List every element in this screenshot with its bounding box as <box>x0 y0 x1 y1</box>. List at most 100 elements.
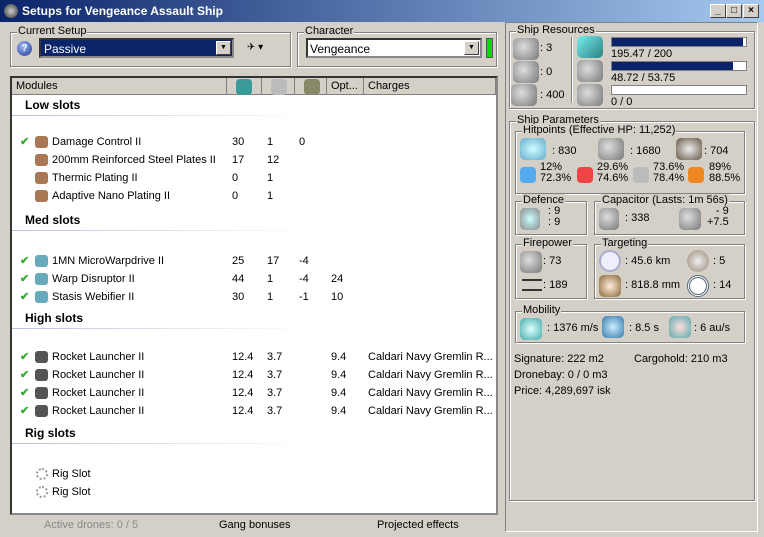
volley-value: : 189 <box>543 279 568 291</box>
module-row[interactable]: ✔ Damage Control II 30 1 0 <box>12 133 496 151</box>
active-check-icon[interactable]: ✔ <box>20 404 29 417</box>
module-row[interactable]: ✔ Rocket Launcher II 12.4 3.7 9.4 Caldari… <box>12 384 496 402</box>
launcher-hardpoint-icon <box>513 61 539 83</box>
module-icon <box>35 405 48 417</box>
module-icon <box>35 273 48 285</box>
module-optimal: 9.4 <box>331 387 347 399</box>
module-charge: Caldari Navy Gremlin R... <box>368 351 493 363</box>
module-optimal: 10 <box>331 291 344 303</box>
module-charge: Caldari Navy Gremlin R... <box>368 387 493 399</box>
title-bar: Setups for Vengeance Assault Ship <box>0 0 764 22</box>
align-time-icon <box>602 316 624 338</box>
drone-bandwidth-bar <box>611 85 747 95</box>
section-header: High slots <box>25 311 84 325</box>
module-optimal: 24 <box>331 273 344 285</box>
ship-resources-label: Ship Resources <box>516 24 596 36</box>
minimize-button[interactable]: _ <box>710 4 726 18</box>
module-row[interactable]: 200mm Reinforced Steel Plates II 17 12 <box>12 151 496 169</box>
module-icon <box>35 255 48 267</box>
section-divider <box>12 115 312 116</box>
module-row[interactable]: Rig Slot <box>12 483 496 501</box>
column-cpu[interactable] <box>227 78 262 95</box>
sensor-strength: : 14 <box>713 279 732 291</box>
column-powergrid[interactable] <box>262 78 295 95</box>
projected-effects-button[interactable]: Projected effects <box>377 519 459 531</box>
module-row[interactable]: ✔ Stasis Webifier II 30 1 -1 10 <box>12 288 496 306</box>
module-icon <box>35 136 48 148</box>
active-drones-button[interactable]: Active drones: 0 / 5 <box>44 519 138 531</box>
align-time: : 8.5 s <box>629 322 659 334</box>
module-row[interactable]: ✔ Rocket Launcher II 12.4 3.7 9.4 Caldari… <box>12 366 496 384</box>
firepower-label: Firepower <box>522 237 573 249</box>
max-targets-icon <box>687 250 709 272</box>
module-optimal: 9.4 <box>331 351 347 363</box>
empty-rig-slot-icon <box>36 486 48 498</box>
active-check-icon[interactable]: ✔ <box>20 386 29 399</box>
module-icon <box>35 387 48 399</box>
section-header: Low slots <box>25 98 81 112</box>
capacitor-icon <box>304 79 320 95</box>
setup-value: Passive <box>44 42 87 56</box>
module-powergrid: 1 <box>267 136 274 148</box>
calibration-icon <box>511 84 537 106</box>
module-name: Rocket Launcher II <box>52 369 145 381</box>
module-powergrid: 1 <box>267 291 274 303</box>
module-capacitor: -1 <box>299 291 309 303</box>
character-label: Character <box>304 25 355 37</box>
turret-count: : 3 <box>540 42 553 54</box>
chevron-down-icon[interactable]: ▼ <box>464 41 479 55</box>
module-name: Rocket Launcher II <box>52 387 145 399</box>
active-check-icon[interactable]: ✔ <box>20 368 29 381</box>
hitpoints-group: Hitpoints (Effective HP: 11,252) : 830 :… <box>515 124 745 194</box>
active-check-icon[interactable]: ✔ <box>20 272 29 285</box>
ship-menu-button[interactable]: ✈ ▾ <box>247 42 263 53</box>
setup-select[interactable]: Passive ▼ <box>39 38 234 58</box>
modules-list[interactable]: Modules Opt... Charges Low slots ✔ Damage… <box>10 76 498 515</box>
column-charges[interactable]: Charges <box>364 78 496 95</box>
column-optimal[interactable]: Opt... <box>327 78 364 95</box>
price: Price: 4,289,697 isk <box>514 385 611 397</box>
help-icon[interactable]: ? <box>17 41 32 56</box>
module-name: Stasis Webifier II <box>52 291 135 303</box>
cargohold: Cargohold: 210 m3 <box>634 353 728 365</box>
column-capacitor[interactable] <box>295 78 327 95</box>
scan-resolution-icon <box>599 275 621 297</box>
module-cpu: 12.4 <box>232 405 254 417</box>
defence-icon <box>520 208 540 230</box>
character-select[interactable]: Vengeance ▼ <box>306 38 482 58</box>
module-row[interactable]: Thermic Plating II 0 1 <box>12 169 496 187</box>
maximize-button[interactable]: □ <box>726 4 742 18</box>
capacitor-group: Capacitor (Lasts: 1m 56s) : 338 - 9 +7.5 <box>594 194 745 235</box>
chevron-down-icon[interactable]: ▼ <box>216 41 231 55</box>
active-check-icon[interactable]: ✔ <box>20 350 29 363</box>
module-row[interactable]: Adaptive Nano Plating II 0 1 <box>12 187 496 205</box>
active-check-icon[interactable]: ✔ <box>20 290 29 303</box>
volley-icon <box>522 279 542 291</box>
defence-group: Defence : 9: 9 <box>515 194 587 235</box>
module-cpu: 12.4 <box>232 387 254 399</box>
gang-bonuses-button[interactable]: Gang bonuses <box>219 519 291 531</box>
app-icon <box>4 4 18 18</box>
shield-hp: : 830 <box>552 145 577 157</box>
module-row[interactable]: ✔ 1MN MicroWarpdrive II 25 17 -4 <box>12 252 496 270</box>
module-name: Thermic Plating II <box>52 172 138 184</box>
ship-resources-group: Ship Resources : 3 : 0 : 400 195.47 / 20… <box>509 24 755 109</box>
module-icon <box>35 369 48 381</box>
module-name: Adaptive Nano Plating II <box>52 190 171 202</box>
character-status-indicator <box>486 38 493 58</box>
module-icon <box>35 190 48 202</box>
module-row[interactable]: Rig Slot <box>12 465 496 483</box>
active-check-icon[interactable]: ✔ <box>20 254 29 267</box>
capacitor-recharge-icon <box>679 208 701 230</box>
powergrid-icon <box>271 79 287 95</box>
module-row[interactable]: ✔ Rocket Launcher II 12.4 3.7 9.4 Caldari… <box>12 348 496 366</box>
module-icon <box>35 154 48 166</box>
column-modules[interactable]: Modules <box>12 78 227 95</box>
module-cpu: 12.4 <box>232 369 254 381</box>
module-row[interactable]: ✔ Warp Disruptor II 44 1 -4 24 <box>12 270 496 288</box>
capacitor-value: : 338 <box>625 212 650 224</box>
module-name: Rocket Launcher II <box>52 405 145 417</box>
module-row[interactable]: ✔ Rocket Launcher II 12.4 3.7 9.4 Caldari… <box>12 402 496 420</box>
close-button[interactable]: × <box>743 4 759 18</box>
active-check-icon[interactable]: ✔ <box>20 135 29 148</box>
